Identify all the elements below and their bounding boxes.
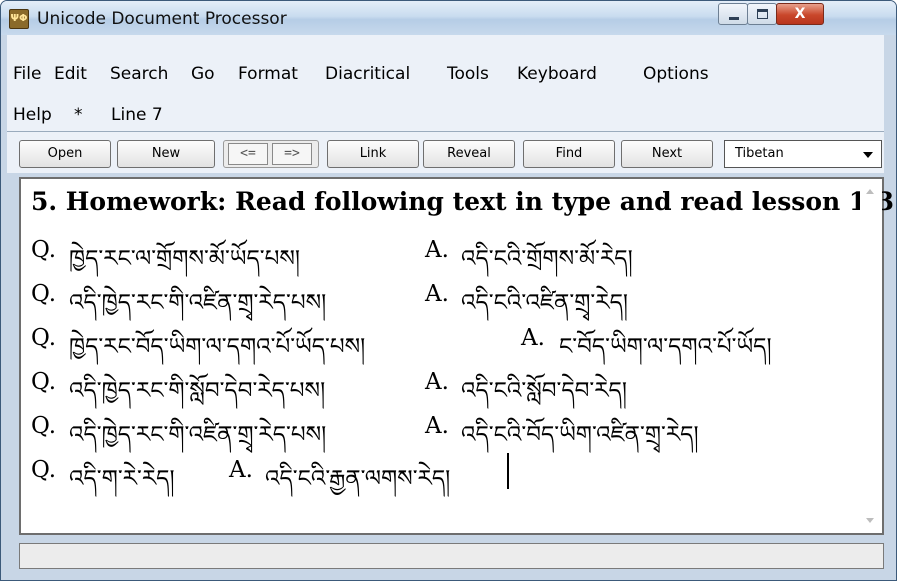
answer-label: A. [425, 281, 449, 307]
find-button[interactable]: Find [523, 140, 615, 168]
modified-indicator: * [74, 105, 83, 125]
window-title: Unicode Document Processor [37, 9, 287, 29]
answer-label: A. [521, 325, 545, 351]
question-label: Q. [31, 369, 57, 395]
answer-label: A. [229, 457, 253, 483]
question-label: Q. [31, 413, 57, 439]
document-line-5: Q. འདི་ཁྱེད་རང་གི་འཛིན་གྲྭ་རེད་པས། A. འད… [31, 407, 851, 448]
answer-label: A. [425, 369, 449, 395]
maximize-icon [757, 9, 768, 19]
vertical-scrollbar[interactable] [860, 179, 882, 533]
menu-options[interactable]: Options [643, 64, 709, 84]
close-icon: X [794, 6, 806, 22]
maximize-button[interactable] [747, 3, 777, 25]
reveal-button[interactable]: Reveal [423, 140, 515, 168]
back-button[interactable]: <= [228, 143, 268, 165]
document-line-3: Q. ཁྱེད་རང་བོད་ཡིག་ལ་དགའ་པོ་ཡོད་པས། A. ང… [31, 319, 851, 360]
navigation-group: <= => [223, 140, 319, 168]
open-button[interactable]: Open [19, 140, 111, 168]
forward-button[interactable]: => [272, 143, 312, 165]
document-line-2: Q. འདི་ཁྱེད་རང་གི་འཛིན་གྲྭ་རེད་པས། A. འད… [31, 275, 851, 316]
document-line-1: Q. ཁྱེད་རང་ལ་གྲོགས་མོ་ཡོད་པས། A. འདི་ངའི… [31, 231, 851, 272]
question-label: Q. [31, 237, 57, 263]
line-indicator: Line 7 [111, 105, 163, 125]
title-bar[interactable]: ΨΦ Unicode Document Processor X [1, 1, 896, 35]
answer-label: A. [425, 237, 449, 263]
question-text: འདི་ག་རེ་རེད། [69, 466, 175, 492]
menu-search[interactable]: Search [110, 64, 168, 84]
menu-go[interactable]: Go [191, 64, 215, 84]
document-editor[interactable]: 5. Homework: Read following text in type… [19, 177, 894, 535]
text-caret [507, 453, 509, 489]
scroll-up-icon[interactable] [866, 189, 874, 194]
minimize-icon [729, 17, 739, 20]
answer-label: A. [425, 413, 449, 439]
menu-edit[interactable]: Edit [54, 64, 87, 84]
menu-keyboard[interactable]: Keyboard [517, 64, 597, 84]
question-label: Q. [31, 281, 57, 307]
document-heading: 5. Homework: Read following text in type… [31, 187, 895, 216]
question-label: Q. [31, 457, 57, 483]
status-bar [19, 543, 884, 569]
close-button[interactable]: X [776, 3, 824, 25]
next-button[interactable]: Next [621, 140, 713, 168]
menu-diacritical[interactable]: Diacritical [325, 64, 410, 84]
app-logo-icon: ΨΦ [9, 9, 29, 29]
menu-bar: File Edit Search Go Format Diacritical T… [7, 35, 884, 131]
language-select[interactable]: Tibetan [724, 140, 882, 168]
answer-text: འདི་ངའི་རྒྱན་ལགས་རེད། [265, 466, 451, 492]
app-window: ΨΦ Unicode Document Processor X File Edi… [0, 0, 897, 581]
link-button[interactable]: Link [327, 140, 419, 168]
menu-help[interactable]: Help [13, 105, 52, 125]
menu-tools[interactable]: Tools [447, 64, 489, 84]
question-label: Q. [31, 325, 57, 351]
toolbar: Open New <= => Link Reveal Find Next Tib… [7, 131, 884, 173]
new-button[interactable]: New [117, 140, 215, 168]
menu-format[interactable]: Format [238, 64, 298, 84]
menu-file[interactable]: File [13, 64, 41, 84]
document-line-6: Q. འདི་ག་རེ་རེད། A. འདི་ངའི་རྒྱན་ལགས་རེད… [31, 451, 851, 492]
chevron-down-icon [863, 152, 873, 158]
language-select-value: Tibetan [735, 146, 784, 161]
minimize-button[interactable] [718, 3, 748, 25]
document-line-4: Q. འདི་ཁྱེད་རང་གི་སློབ་དེབ་རེད་པས། A. འད… [31, 363, 851, 404]
scroll-down-icon[interactable] [866, 518, 874, 523]
